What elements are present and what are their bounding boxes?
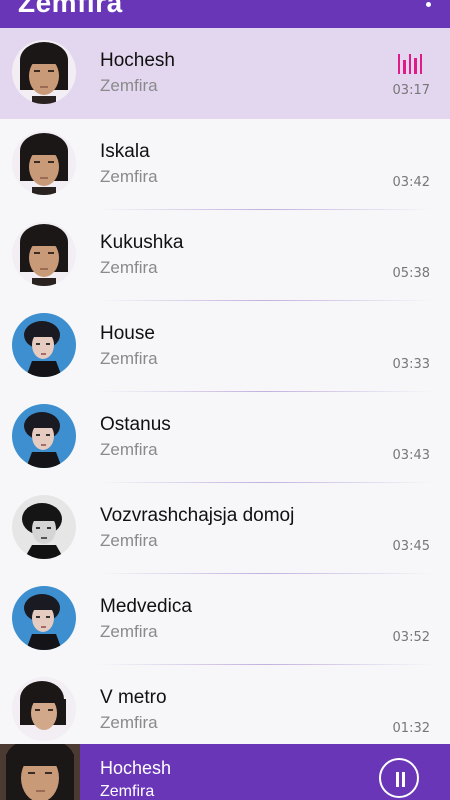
avatar <box>12 40 76 104</box>
avatar <box>12 586 76 650</box>
track-artist: Zemfira <box>100 349 158 368</box>
track-artist: Zemfira <box>100 258 158 277</box>
track-row[interactable]: Ostanus Zemfira 03:43 <box>0 392 450 483</box>
avatar <box>12 222 76 286</box>
track-title: Hochesh <box>100 50 175 71</box>
track-duration: 03:33 <box>392 357 430 372</box>
track-title: V metro <box>100 687 167 708</box>
track-artist: Zemfira <box>100 622 158 641</box>
avatar <box>12 677 76 741</box>
track-artist: Zemfira <box>100 531 158 550</box>
track-row[interactable]: House Zemfira 03:33 <box>0 301 450 392</box>
now-playing-title: Hochesh <box>100 758 172 778</box>
track-duration: 03:52 <box>392 630 430 645</box>
track-row[interactable]: Kukushka Zemfira 05:38 <box>0 210 450 301</box>
track-row[interactable]: Hochesh Zemfira 03:17 <box>0 28 450 119</box>
track-title: Medvedica <box>100 596 192 617</box>
more-vert-icon[interactable] <box>426 0 432 8</box>
track-duration: 03:45 <box>392 539 430 554</box>
avatar <box>12 131 76 195</box>
track-duration: 03:17 <box>392 83 430 98</box>
track-row[interactable]: Iskala Zemfira 03:42 <box>0 119 450 210</box>
pause-icon[interactable] <box>379 758 419 798</box>
avatar <box>12 313 76 377</box>
avatar <box>12 495 76 559</box>
track-artist: Zemfira <box>100 167 158 186</box>
now-playing-artist: Zemfira <box>100 783 155 800</box>
track-title: Kukushka <box>100 232 184 253</box>
now-playing-thumbnail <box>0 744 80 800</box>
track-row[interactable]: Medvedica Zemfira 03:52 <box>0 574 450 665</box>
track-duration: 05:38 <box>392 266 430 281</box>
track-title: Iskala <box>100 141 150 162</box>
track-title: Ostanus <box>100 414 171 435</box>
avatar <box>12 404 76 468</box>
now-playing-bar[interactable]: Hochesh Zemfira <box>0 744 450 800</box>
track-artist: Zemfira <box>100 440 158 459</box>
app-bar: Zemfira <box>0 0 450 28</box>
track-duration: 01:32 <box>392 721 430 736</box>
track-duration: 03:42 <box>392 175 430 190</box>
track-row[interactable]: Vozvrashchajsja domoj Zemfira 03:45 <box>0 483 450 574</box>
track-duration: 03:43 <box>392 448 430 463</box>
track-artist: Zemfira <box>100 76 158 95</box>
track-title: House <box>100 323 155 344</box>
track-title: Vozvrashchajsja domoj <box>100 505 295 526</box>
track-list: Hochesh Zemfira 03:17 Iskala Zemfira 03:… <box>0 28 450 756</box>
track-artist: Zemfira <box>100 713 158 732</box>
track-row[interactable]: V metro Zemfira 01:32 <box>0 665 450 756</box>
app-title: Zemfira <box>18 0 123 18</box>
equalizer-icon <box>398 54 423 74</box>
